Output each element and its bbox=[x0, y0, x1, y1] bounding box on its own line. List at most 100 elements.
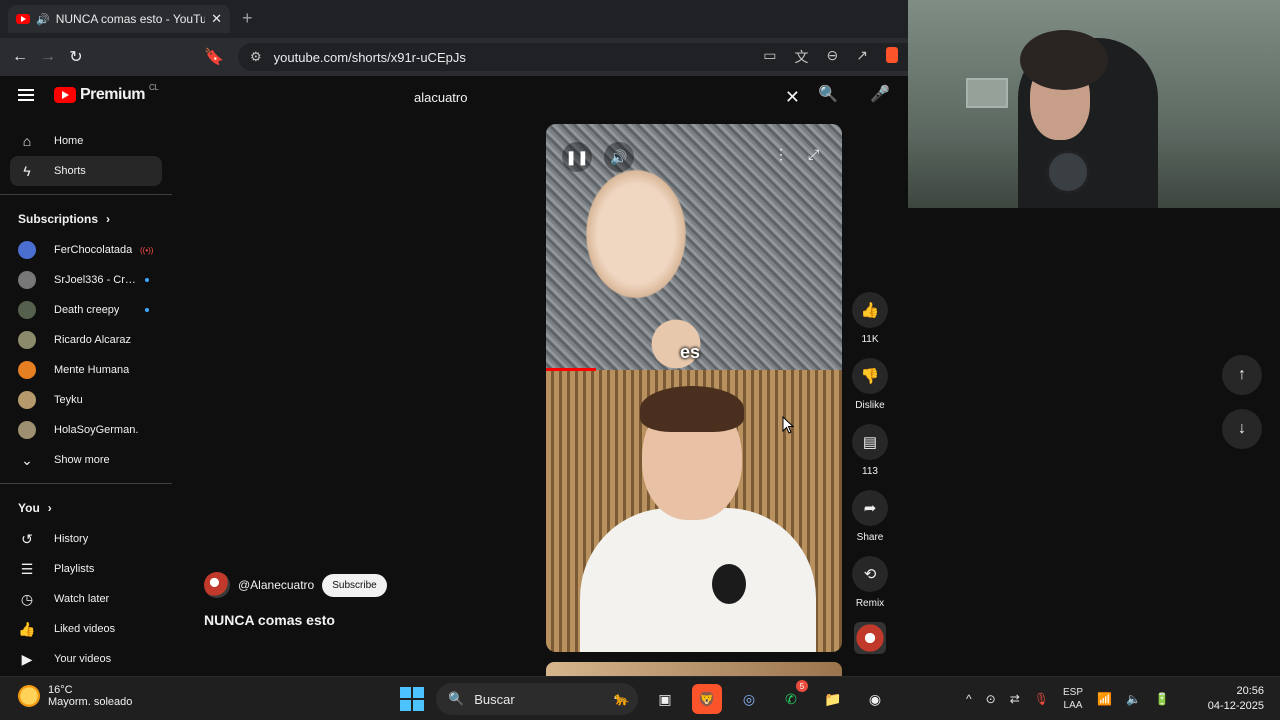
close-tab-icon[interactable]: ✕ bbox=[211, 11, 222, 27]
hamburger-menu-icon[interactable] bbox=[18, 89, 34, 101]
mouse-cursor-icon bbox=[782, 416, 794, 434]
whatsapp-badge: 5 bbox=[796, 680, 808, 692]
sidebar-subscription-item[interactable]: SrJoel336 - Cree... bbox=[0, 265, 162, 295]
translate-icon[interactable]: 文 bbox=[795, 47, 809, 67]
divider bbox=[0, 483, 172, 484]
video-progress-bar[interactable] bbox=[546, 368, 597, 371]
webcam-overlay bbox=[908, 0, 1280, 208]
recording-app-icon[interactable]: ◉ bbox=[860, 684, 890, 714]
comment-count: 113 bbox=[862, 466, 878, 477]
search-input[interactable]: alacuatro ✕ bbox=[402, 81, 808, 113]
brave-browser-icon[interactable]: 🦁 bbox=[692, 684, 722, 714]
like-button[interactable]: 👍 11K bbox=[848, 292, 892, 358]
volume-icon[interactable]: 🔊 bbox=[604, 142, 634, 172]
bookmark-icon[interactable]: 🔖 bbox=[200, 47, 228, 67]
new-tab-button[interactable]: + bbox=[242, 8, 253, 29]
shorts-video-player[interactable]: es ❚❚ 🔊 ⋮ ⤢ bbox=[546, 124, 842, 652]
steam-icon[interactable]: ◎ bbox=[734, 684, 764, 714]
sidebar-item-label: Playlists bbox=[54, 563, 95, 575]
sidebar-subscription-item[interactable]: Death creepy bbox=[0, 295, 162, 325]
address-bar[interactable]: ⚙ youtube.com/shorts/x91r-uCEpJs ▭ 文 ⊖ ↗ bbox=[238, 43, 908, 71]
wifi-icon[interactable]: 📶 bbox=[1097, 692, 1112, 706]
subscribe-button[interactable]: Subscribe bbox=[322, 573, 387, 597]
dislike-button[interactable]: 👎 Dislike bbox=[848, 358, 892, 424]
next-short-preview[interactable] bbox=[546, 662, 842, 676]
taskbar-apps: 🔍 Buscar 🐆 ▣ 🦁 ◎ ✆ 5 📁 ◉ bbox=[400, 680, 890, 715]
avatar bbox=[18, 391, 36, 409]
previous-short-button[interactable]: ↑ bbox=[1222, 355, 1262, 395]
fullscreen-icon[interactable]: ⤢ bbox=[808, 146, 819, 163]
task-view-icon[interactable]: ▣ bbox=[650, 684, 680, 714]
divider bbox=[0, 194, 172, 195]
show-more-button[interactable]: ⌄ Show more bbox=[0, 445, 162, 475]
remix-button[interactable]: ⟲ Remix bbox=[848, 556, 892, 622]
tray-app-icon[interactable]: ⊙ bbox=[986, 692, 996, 706]
zoom-icon[interactable]: ⊖ bbox=[827, 47, 839, 67]
more-options-icon[interactable]: ⋮ bbox=[774, 146, 788, 163]
language-indicator[interactable]: ESP LAA bbox=[1063, 686, 1083, 712]
whatsapp-icon[interactable]: ✆ 5 bbox=[776, 680, 808, 714]
back-icon[interactable]: ← bbox=[6, 48, 34, 66]
thumb-up-icon: 👍 bbox=[18, 620, 36, 637]
chevron-up-icon[interactable]: ^ bbox=[966, 692, 972, 706]
comment-icon[interactable]: ▤ bbox=[852, 424, 888, 460]
sidebar-subscription-item[interactable]: Teyku bbox=[0, 385, 162, 415]
sync-icon[interactable]: ⇄ bbox=[1010, 692, 1020, 706]
sidebar-item-liked-videos[interactable]: 👍 Liked videos bbox=[0, 614, 162, 644]
taskbar-search[interactable]: 🔍 Buscar 🐆 bbox=[436, 683, 638, 715]
microphone-icon[interactable]: 🎤 bbox=[870, 84, 890, 104]
share-button[interactable]: ➦ Share bbox=[848, 490, 892, 556]
file-explorer-icon[interactable]: 📁 bbox=[818, 684, 848, 714]
clear-search-icon[interactable]: ✕ bbox=[785, 87, 800, 108]
subscriptions-list: FerChocolatada ((•)) SrJoel336 - Cree... De… bbox=[0, 235, 172, 445]
sidebar-item-home[interactable]: ⌂ Home bbox=[0, 126, 162, 156]
volume-icon[interactable]: 🔈 bbox=[1126, 692, 1141, 706]
battery-icon[interactable]: 🔋 bbox=[1155, 692, 1170, 706]
sidebar-item-playlists[interactable]: ☰ Playlists bbox=[0, 554, 162, 584]
sidebar-item-history[interactable]: ↺ History bbox=[0, 524, 162, 554]
thumb-up-icon[interactable]: 👍 bbox=[852, 292, 888, 328]
sidebar-item-watch-later[interactable]: ◷ Watch later bbox=[0, 584, 162, 614]
live-indicator-icon: ((•)) bbox=[140, 245, 154, 255]
forward-icon[interactable]: → bbox=[34, 48, 62, 66]
short-info: @Alanecuatro Subscribe NUNCA comas esto bbox=[204, 572, 387, 628]
sidebar-item-your-videos[interactable]: ▶ Your videos bbox=[0, 644, 162, 674]
cast-icon[interactable]: ▭ bbox=[763, 47, 776, 67]
sidebar-subscription-item[interactable]: FerChocolatada ((•)) bbox=[0, 235, 162, 265]
sound-avatar[interactable] bbox=[854, 622, 886, 654]
subscription-name: Death creepy bbox=[54, 304, 120, 316]
arrow-up-icon: ↑ bbox=[1238, 366, 1246, 383]
pause-icon[interactable]: ❚❚ bbox=[562, 142, 592, 172]
windows-start-icon[interactable] bbox=[400, 687, 424, 711]
next-short-button[interactable]: ↓ bbox=[1222, 409, 1262, 449]
reload-icon[interactable]: ↻ bbox=[62, 47, 90, 67]
sidebar-item-shorts[interactable]: ϟ Shorts bbox=[10, 156, 162, 186]
comments-button[interactable]: ▤ 113 bbox=[848, 424, 892, 490]
share-icon[interactable]: ↗ bbox=[856, 47, 868, 67]
share-arrow-icon[interactable]: ➦ bbox=[852, 490, 888, 526]
clock[interactable]: 20:56 04-12-2025 bbox=[1206, 684, 1264, 714]
channel-name[interactable]: @Alanecuatro bbox=[238, 578, 314, 592]
sidebar-item-label: Your videos bbox=[54, 653, 112, 665]
sidebar-subscription-item[interactable]: HolaSoyGerman. bbox=[0, 415, 162, 445]
search-icon[interactable]: 🔍 bbox=[818, 84, 838, 104]
site-info-icon[interactable]: ⚙ bbox=[250, 49, 262, 65]
subscriptions-header[interactable]: Subscriptions › bbox=[0, 203, 172, 235]
url-text[interactable]: youtube.com/shorts/x91r-uCEpJs bbox=[274, 50, 466, 65]
remix-icon[interactable]: ⟲ bbox=[852, 556, 888, 592]
channel-avatar[interactable] bbox=[204, 572, 230, 598]
subscription-name: Mente Humana bbox=[54, 364, 130, 376]
brave-shield-icon[interactable] bbox=[886, 47, 898, 63]
search-value[interactable]: alacuatro bbox=[414, 90, 467, 105]
you-header[interactable]: You › bbox=[0, 492, 172, 524]
thumb-down-icon[interactable]: 👎 bbox=[852, 358, 888, 394]
speaker-icon[interactable]: 🔊 bbox=[36, 13, 50, 26]
youtube-premium-logo[interactable]: Premium CL bbox=[54, 83, 159, 104]
browser-tab[interactable]: 🔊 NUNCA comas esto - YouTube ✕ bbox=[8, 5, 230, 33]
sidebar-subscription-item[interactable]: Mente Humana bbox=[0, 355, 162, 385]
sidebar-subscription-item[interactable]: Ricardo Alcaraz bbox=[0, 325, 162, 355]
weather-widget[interactable]: 16°C Mayorm. soleado bbox=[18, 684, 132, 708]
mic-tray-icon[interactable]: 🎙 bbox=[1034, 692, 1049, 706]
chevron-right-icon: › bbox=[47, 501, 52, 515]
arrow-down-icon: ↓ bbox=[1238, 420, 1246, 437]
